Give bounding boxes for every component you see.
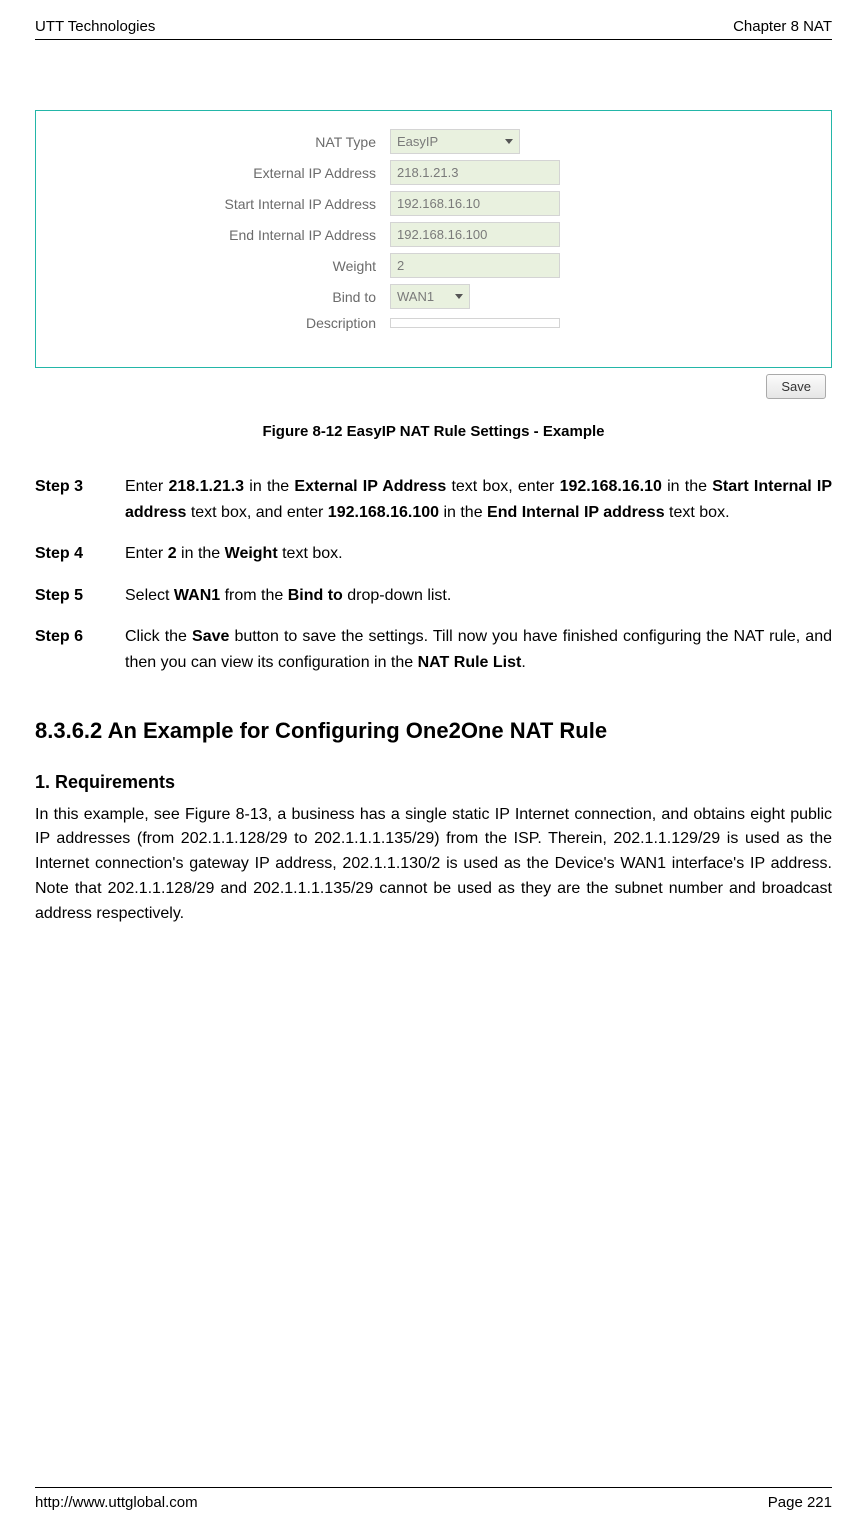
page-header: UTT Technologies Chapter 8 NAT xyxy=(35,18,832,40)
label-ext-ip: External IP Address xyxy=(46,165,390,181)
step-4-label: Step 4 xyxy=(35,541,125,567)
input-start-internal-ip[interactable]: 192.168.16.10 xyxy=(390,191,560,216)
text: Enter xyxy=(125,545,168,562)
text: 2 xyxy=(168,545,177,562)
header-left: UTT Technologies xyxy=(35,18,155,35)
text: from the xyxy=(220,587,288,604)
text: drop-down list. xyxy=(343,587,452,604)
text: Select xyxy=(125,587,174,604)
sub-heading: 1. Requirements xyxy=(35,772,832,793)
text: Bind to xyxy=(288,587,343,604)
text: in the xyxy=(439,504,487,521)
text: 192.168.16.10 xyxy=(560,478,662,495)
step-3-label: Step 3 xyxy=(35,474,125,525)
nat-form-box: NAT Type EasyIP External IP Address 218.… xyxy=(35,110,832,368)
step-6-label: Step 6 xyxy=(35,624,125,675)
text: text box, enter xyxy=(446,478,559,495)
text: Enter xyxy=(125,478,168,495)
step-6: Step 6 Click the Save button to save the… xyxy=(35,624,832,675)
step-5-label: Step 5 xyxy=(35,583,125,609)
requirements-paragraph: In this example, see Figure 8-13, a busi… xyxy=(35,803,832,927)
text: text box, and enter xyxy=(186,504,327,521)
step-3: Step 3 Enter 218.1.21.3 in the External … xyxy=(35,474,832,525)
page-content: NAT Type EasyIP External IP Address 218.… xyxy=(35,40,832,1487)
chevron-down-icon xyxy=(505,139,513,144)
save-button[interactable]: Save xyxy=(766,374,826,399)
select-nat-type[interactable]: EasyIP xyxy=(390,129,520,154)
text: Weight xyxy=(225,545,278,562)
text: in the xyxy=(662,478,712,495)
header-right: Chapter 8 NAT xyxy=(733,18,832,35)
input-end-internal-ip[interactable]: 192.168.16.100 xyxy=(390,222,560,247)
text: text box. xyxy=(665,504,730,521)
input-weight[interactable]: 2 xyxy=(390,253,560,278)
text: NAT Rule List xyxy=(418,654,522,671)
label-nat-type: NAT Type xyxy=(46,134,390,150)
step-4: Step 4 Enter 2 in the Weight text box. xyxy=(35,541,832,567)
text: in the xyxy=(177,545,225,562)
text: End Internal IP address xyxy=(487,504,665,521)
label-weight: Weight xyxy=(46,258,390,274)
text: Save xyxy=(192,628,229,645)
label-end-ip: End Internal IP Address xyxy=(46,227,390,243)
chevron-down-icon xyxy=(455,294,463,299)
select-bind-to-value: WAN1 xyxy=(397,289,434,304)
input-description[interactable] xyxy=(390,318,560,328)
text: Click the xyxy=(125,628,192,645)
select-bind-to[interactable]: WAN1 xyxy=(390,284,470,309)
section-heading: 8.3.6.2 An Example for Configuring One2O… xyxy=(35,718,832,744)
text: . xyxy=(521,654,525,671)
footer-url[interactable]: http://www.uttglobal.com xyxy=(35,1494,198,1511)
label-description: Description xyxy=(46,315,390,331)
text: in the xyxy=(244,478,294,495)
label-bind: Bind to xyxy=(46,289,390,305)
text: 218.1.21.3 xyxy=(168,478,244,495)
step-6-text: Click the Save button to save the settin… xyxy=(125,624,832,675)
figure-caption: Figure 8-12 EasyIP NAT Rule Settings - E… xyxy=(35,423,832,440)
footer-page: Page 221 xyxy=(768,1494,832,1511)
select-nat-type-value: EasyIP xyxy=(397,134,438,149)
step-4-text: Enter 2 in the Weight text box. xyxy=(125,541,832,567)
label-start-ip: Start Internal IP Address xyxy=(46,196,390,212)
text: text box. xyxy=(278,545,343,562)
text: WAN1 xyxy=(174,587,220,604)
step-5-text: Select WAN1 from the Bind to drop-down l… xyxy=(125,583,832,609)
input-external-ip[interactable]: 218.1.21.3 xyxy=(390,160,560,185)
text: External IP Address xyxy=(294,478,446,495)
page-footer: http://www.uttglobal.com Page 221 xyxy=(35,1487,832,1523)
step-3-text: Enter 218.1.21.3 in the External IP Addr… xyxy=(125,474,832,525)
text: 192.168.16.100 xyxy=(328,504,439,521)
step-5: Step 5 Select WAN1 from the Bind to drop… xyxy=(35,583,832,609)
